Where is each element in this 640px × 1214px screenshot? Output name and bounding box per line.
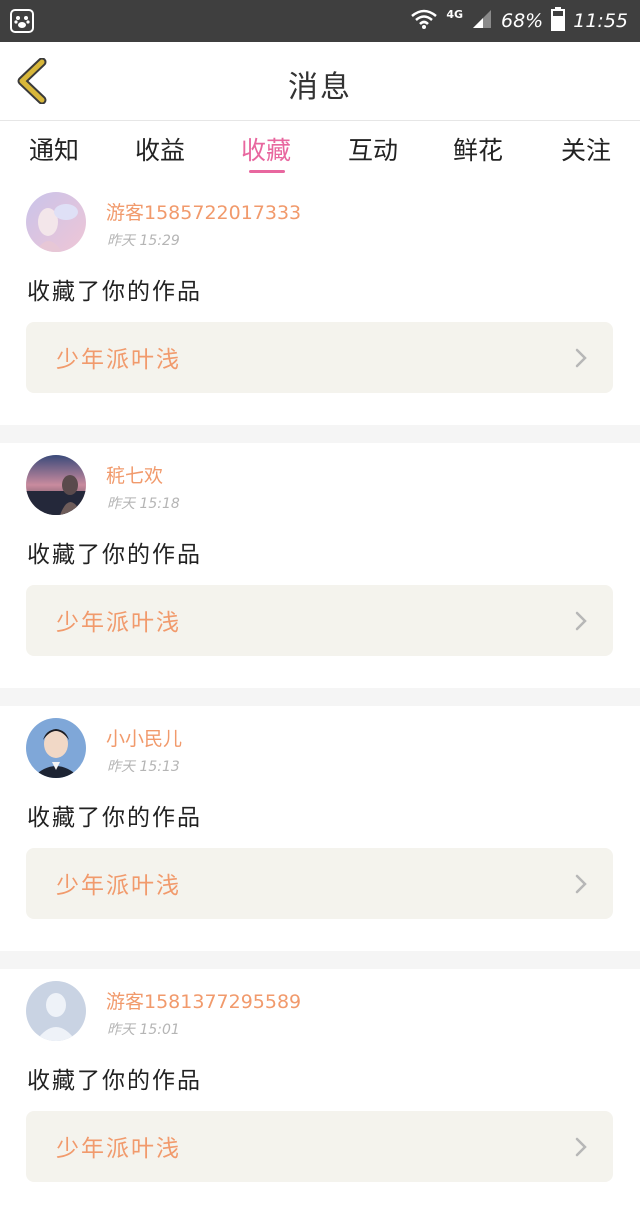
work-link[interactable]: 少年派叶浅: [26, 848, 613, 919]
avatar[interactable]: [26, 455, 86, 515]
tab-favorites[interactable]: 收藏: [231, 131, 301, 167]
chevron-right-icon: [575, 611, 587, 631]
chevron-right-icon: [575, 874, 587, 894]
signal-icon: [471, 8, 493, 35]
action-text: 收藏了你的作品: [27, 279, 202, 305]
chevron-right-icon: [575, 1137, 587, 1157]
timestamp: 昨天 15:13: [107, 759, 180, 775]
avatar[interactable]: [26, 718, 86, 778]
work-title: 少年派叶浅: [56, 873, 181, 899]
tab-following[interactable]: 关注: [551, 131, 621, 167]
battery-icon: [551, 6, 566, 36]
active-tab-indicator: [249, 170, 285, 173]
tab-bar: 通知 收益 收藏 互动 鲜花 关注: [0, 121, 640, 181]
avatar[interactable]: [26, 192, 86, 252]
timestamp: 昨天 15:29: [107, 233, 180, 249]
work-link[interactable]: 少年派叶浅: [26, 585, 613, 656]
timestamp: 昨天 15:01: [107, 1022, 180, 1038]
notification-card: 小小民儿 昨天 15:13 收藏了你的作品 少年派叶浅: [0, 706, 640, 951]
clock: 11:55: [573, 10, 628, 32]
timestamp: 昨天 15:18: [107, 496, 180, 512]
tab-earnings[interactable]: 收益: [125, 131, 195, 167]
default-avatar-icon[interactable]: [26, 981, 86, 1041]
action-text: 收藏了你的作品: [27, 1068, 202, 1094]
work-title: 少年派叶浅: [56, 347, 181, 373]
username[interactable]: 小小民儿: [106, 724, 182, 751]
action-text: 收藏了你的作品: [27, 805, 202, 831]
tab-interactions[interactable]: 互动: [338, 131, 408, 167]
status-bar: 4G 68% 11:55: [0, 0, 640, 42]
battery-percent: 68%: [501, 10, 544, 32]
notification-card: 游客1585722017333 昨天 15:29 收藏了你的作品 少年派叶浅: [0, 180, 640, 425]
notification-card: 䅊七欢 昨天 15:18 收藏了你的作品 少年派叶浅: [0, 443, 640, 688]
page-title: 消息: [288, 70, 352, 105]
work-title: 少年派叶浅: [56, 1136, 181, 1162]
notification-card: 游客1581377295589 昨天 15:01 收藏了你的作品 少年派叶浅: [0, 969, 640, 1214]
work-link[interactable]: 少年派叶浅: [26, 322, 613, 393]
action-text: 收藏了你的作品: [27, 542, 202, 568]
work-link[interactable]: 少年派叶浅: [26, 1111, 613, 1182]
tab-flowers[interactable]: 鲜花: [443, 131, 513, 167]
username[interactable]: 䅊七欢: [106, 461, 163, 488]
wifi-icon: [410, 8, 438, 35]
baidu-paw-icon: [10, 9, 34, 33]
app-header: 消息: [0, 42, 640, 121]
chevron-right-icon: [575, 348, 587, 368]
username[interactable]: 游客1585722017333: [106, 198, 301, 225]
tab-notifications[interactable]: 通知: [19, 131, 89, 167]
network-type: 4G: [446, 7, 463, 21]
work-title: 少年派叶浅: [56, 610, 181, 636]
username[interactable]: 游客1581377295589: [106, 987, 301, 1014]
